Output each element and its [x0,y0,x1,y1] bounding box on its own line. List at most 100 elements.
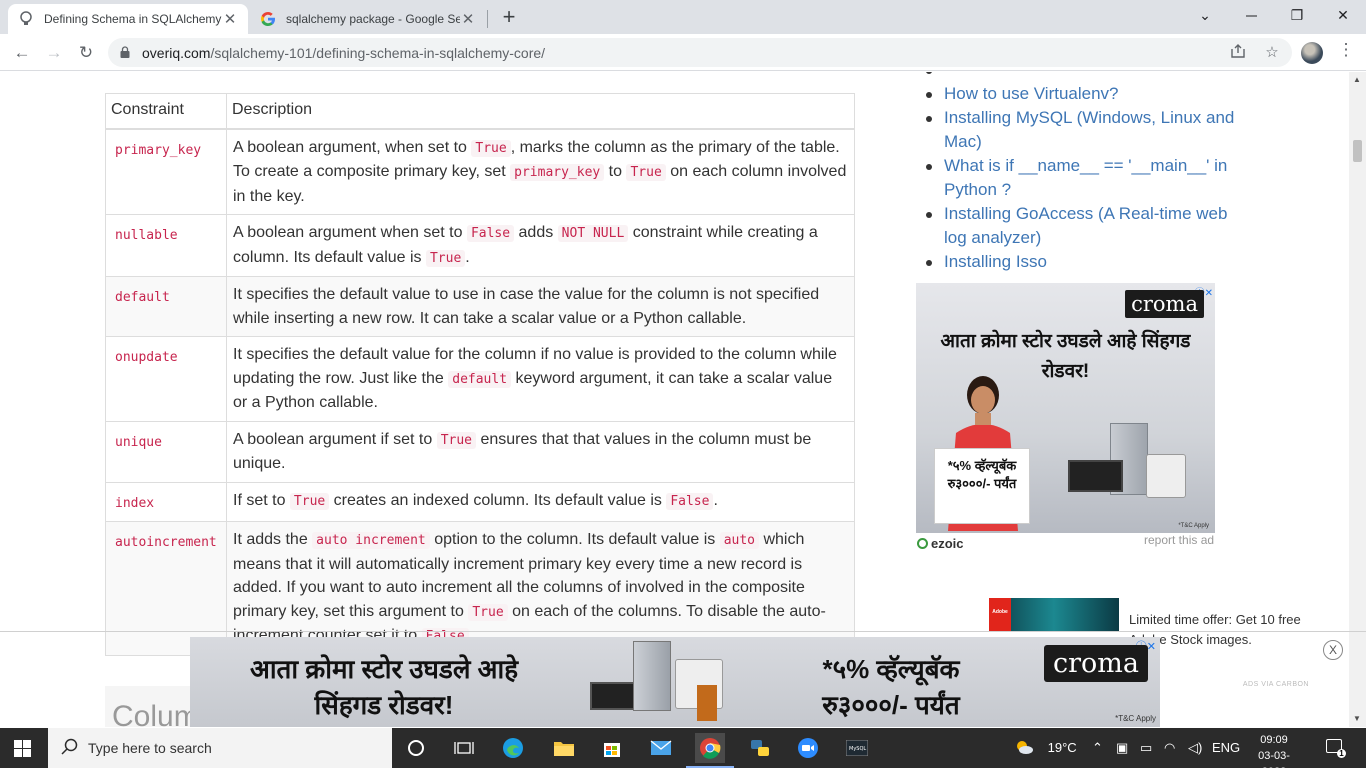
task-view-icon[interactable] [449,733,479,763]
tab-separator [487,10,488,28]
tab-close-icon[interactable]: ✕ [222,10,238,28]
ezoic-logo[interactable]: ezoic [917,536,964,551]
sidebar-link[interactable]: What is if __name__ == '__main__' in Pyt… [923,154,1243,202]
weather-widget[interactable]: 19°C [1014,740,1077,755]
constraint-name: default [115,290,170,305]
svg-text:MySQL: MySQL [849,746,866,752]
sidebar-link[interactable]: Installing Isso [923,250,1243,274]
wifi-icon[interactable]: ◠ [1164,740,1175,756]
ad-terms: *T&C Apply [1178,523,1209,529]
forward-button[interactable]: → [41,40,67,66]
minimize-button[interactable] [1228,0,1274,30]
profile-avatar[interactable] [1301,42,1323,64]
cortana-icon[interactable] [401,733,431,763]
scroll-up-arrow-icon[interactable]: ▲ [1353,75,1361,84]
browser-toolbar: ← → ↻ overiq.com/sqlalchemy-101/defining… [0,34,1366,71]
windows-start-icon[interactable] [14,740,31,757]
tab-close-icon[interactable]: ✕ [460,10,476,28]
back-button[interactable]: ← [9,40,35,66]
chevron-down-icon[interactable]: ⌄ [1182,0,1228,30]
share-icon[interactable] [1228,43,1248,63]
croma-side-ad[interactable]: ⓘ✕ croma आता क्रोमा स्टोर उघडले आहे सिंह… [916,283,1215,533]
close-ad-button[interactable]: X [1323,640,1343,660]
taskbar-clock[interactable]: 09:09 03-03-2022 [1252,732,1296,780]
windows-taskbar: Type here to search MySQL 19°C ⌃ ▣ ▭ ◠ ◁… [0,728,1366,778]
description-cell: A boolean argument, when set to True, ma… [226,128,855,215]
mysql-workbench-icon[interactable]: MySQL [842,733,872,763]
description-cell: It adds the auto increment option to the… [226,521,855,656]
constraint-name: index [115,495,155,511]
constraints-table: Constraint Description primary_key A bool… [105,93,855,656]
sidebar-link[interactable]: Installing GoAccess (A Real-time web log… [923,202,1243,250]
sidebar-link[interactable]: How to use Virtualenv? [923,82,1243,106]
store-icon[interactable] [597,733,627,763]
google-favicon-icon [260,11,276,27]
sidebar-link-cut[interactable]: Pyg [923,72,1243,82]
tray-device-icon[interactable]: ▣ [1116,740,1128,756]
file-explorer-icon[interactable] [549,733,579,763]
bottom-ad-headline: आता क्रोमा स्टोर उघडले आहे सिंहगड रोडवर! [249,654,519,720]
scroll-down-arrow-icon[interactable]: ▼ [1353,714,1361,723]
edge-icon[interactable] [498,733,528,763]
table-header-row: Constraint Description [105,93,855,130]
ezoic-icon [917,538,928,549]
bottom-ad-terms: *T&C Apply [1115,714,1156,723]
table-row: autoincrement It adds the auto increment … [105,521,855,656]
battery-icon[interactable]: ▭ [1140,740,1152,756]
table-row: primary_key A boolean argument, when set … [105,128,855,215]
sticky-ad-divider [0,631,1366,632]
constraint-cell: onupdate [105,336,227,422]
notification-icon[interactable]: 1 [1326,739,1346,758]
constraint-cell: default [105,276,227,337]
speaker-image [697,685,717,721]
close-window-button[interactable]: ✕ [1320,0,1366,30]
constraint-cell: primary_key [105,128,227,215]
star-icon[interactable]: ☆ [1262,43,1282,63]
reload-button[interactable]: ↻ [73,40,99,66]
tab-defining-schema[interactable]: Defining Schema in SQLAlchemy ✕ [8,4,248,34]
croma-logo: croma [1125,290,1204,318]
sidebar-link[interactable]: Installing MySQL (Windows, Linux and Mac… [923,106,1243,154]
washing-machine-image [1146,454,1186,498]
weather-temp: 19°C [1047,740,1077,755]
restore-button[interactable]: ❐ [1274,0,1320,30]
chrome-icon[interactable] [686,733,734,768]
description-cell: If set to True creates an indexed column… [226,481,855,522]
report-ad-link[interactable]: report this ad [1144,533,1214,547]
table-row: onupdate It specifies the default value f… [105,336,855,422]
address-bar[interactable]: overiq.com/sqlalchemy-101/defining-schem… [108,38,1292,67]
weather-icon [1014,740,1034,754]
table-header-constraint: Constraint [105,93,227,130]
constraint-cell: nullable [105,214,227,277]
scrollbar-thumb[interactable] [1353,140,1362,162]
volume-icon[interactable]: ◁) [1188,740,1202,756]
kebab-menu-icon[interactable]: ⋮ [1336,40,1356,60]
mail-icon[interactable] [646,733,676,763]
sidebar-links: Pyg How to use Virtualenv? Installing My… [923,72,1243,274]
constraint-cell: index [105,481,227,522]
tab-google-search[interactable]: sqlalchemy package - Google Se ✕ [250,4,486,34]
constraint-name: nullable [115,228,178,243]
python-icon[interactable] [745,733,775,763]
zoom-icon[interactable] [793,733,823,763]
description-cell: It specifies the default value to use in… [226,276,855,337]
language-indicator[interactable]: ENG [1212,740,1240,755]
tray-overflow-icon[interactable]: ⌃ [1092,740,1103,756]
page-scrollbar[interactable]: ▲ ▼ [1349,72,1366,727]
taskbar-search[interactable]: Type here to search [48,728,392,768]
adobe-logo: Adobe [989,598,1011,632]
table-row: unique A boolean argument if set to True … [105,420,855,483]
ads-via-carbon[interactable]: ADS VIA CARBON [1243,681,1309,688]
lock-icon [120,46,130,58]
bottom-ad-offer: *५% व्हॅल्यूबॅक रु३०००/- पर्यंत [822,654,960,720]
constraint-name: primary_key [115,142,202,158]
fridge-image [633,641,671,711]
constraint-name: unique [115,434,162,450]
croma-bottom-ad[interactable]: ⓘ✕ आता क्रोमा स्टोर उघडले आहे सिंहगड रोड… [190,637,1160,727]
search-placeholder: Type here to search [88,740,212,756]
url-path: /sqlalchemy-101/defining-schema-in-sqlal… [210,45,546,61]
new-tab-button[interactable]: + [498,5,520,29]
constraint-name: onupdate [115,350,178,365]
url-text[interactable]: overiq.com/sqlalchemy-101/defining-schem… [142,45,545,61]
next-section-heading: Colum [112,700,199,727]
